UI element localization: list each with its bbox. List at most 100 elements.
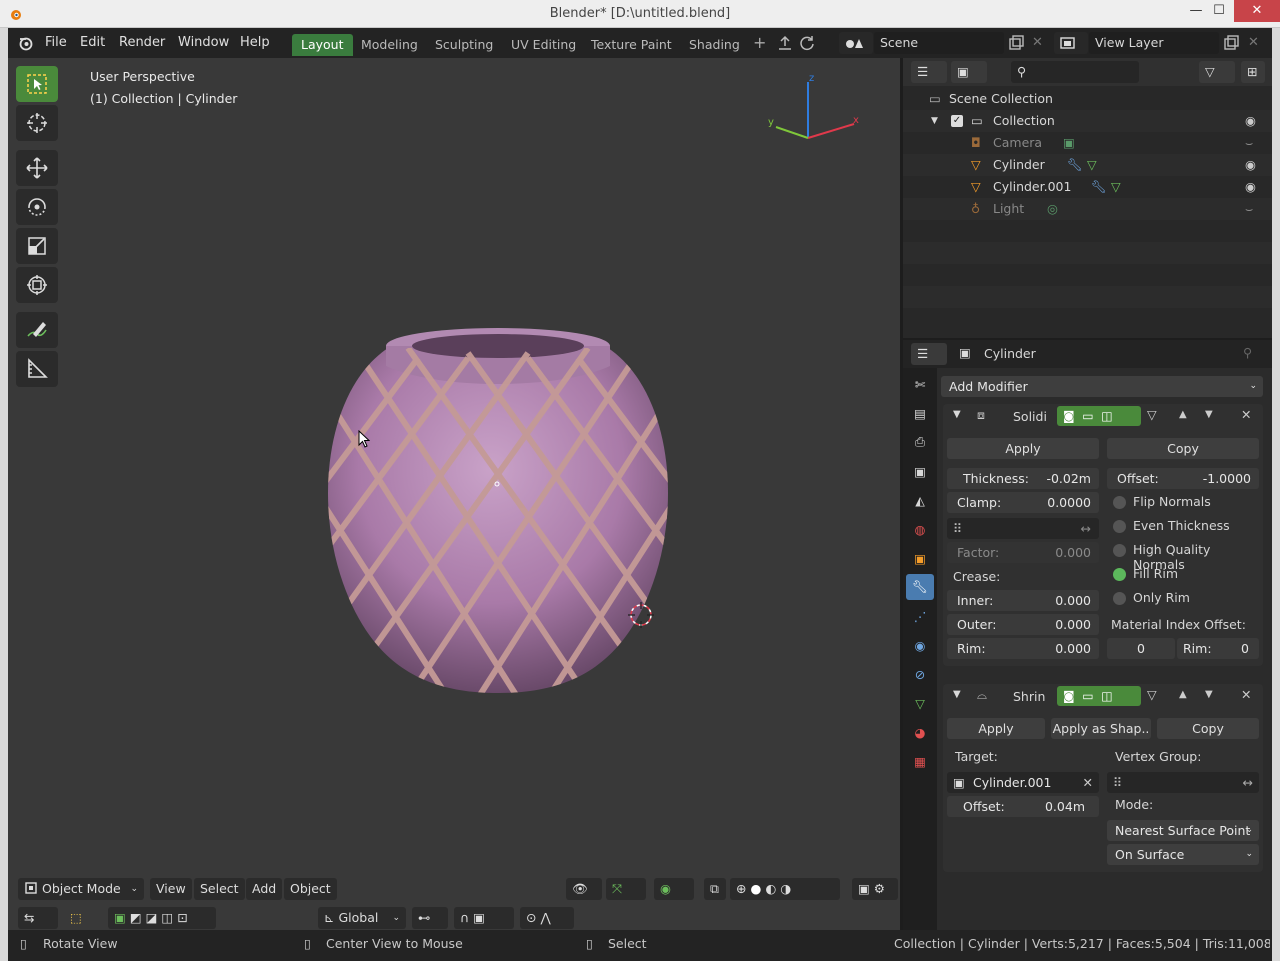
camera-render-icon[interactable]: ◙: [1063, 689, 1075, 703]
remove-modifier-icon[interactable]: ✕: [1241, 407, 1251, 422]
solidify-apply-button[interactable]: Apply: [947, 438, 1099, 459]
snap-dropdown[interactable]: ∩ ▣: [454, 907, 514, 929]
clamp-field[interactable]: Clamp: 0.0000: [947, 492, 1099, 513]
viewport-menu-view[interactable]: View: [150, 878, 192, 900]
outliner-row-collection[interactable]: ▼ ✓ ▭ Collection ◉: [903, 110, 1272, 132]
menu-window[interactable]: Window: [178, 35, 229, 50]
tab-data[interactable]: ▽: [906, 690, 934, 716]
render-view-icon[interactable]: ⚙: [874, 881, 885, 896]
outliner-row-cylinder-001[interactable]: ▽ Cylinder.001 🔧︎ ▽ ◉: [903, 176, 1272, 198]
eye-icon[interactable]: ◉: [1245, 110, 1256, 132]
on-cage-icon[interactable]: ▽: [1147, 687, 1157, 702]
thickness-field[interactable]: Thickness: -0.02m: [947, 468, 1099, 489]
factor-field[interactable]: Factor: 0.000: [947, 542, 1099, 563]
tab-scene[interactable]: ◭: [906, 487, 934, 513]
solid-shading-icon[interactable]: ●: [750, 881, 761, 896]
vase-cylinder-object[interactable]: [308, 298, 688, 698]
material-shading-icon[interactable]: ◐: [765, 881, 776, 896]
rendered-shading-icon[interactable]: ◑: [780, 881, 791, 896]
collapse-arrow-icon[interactable]: ▼: [953, 689, 961, 700]
realtime-display-icon[interactable]: ▭: [1082, 409, 1093, 423]
tab-output[interactable]: ⎙: [906, 429, 934, 455]
remove-modifier-icon[interactable]: ✕: [1241, 687, 1251, 702]
select-subtract-icon[interactable]: ◪: [146, 910, 158, 925]
outliner-search-input[interactable]: ⚲: [1011, 61, 1139, 83]
tab-view-layer[interactable]: ▣: [906, 458, 934, 484]
camera-render-icon[interactable]: ◙: [1063, 409, 1075, 423]
view-toggles[interactable]: ▣ ⚙: [852, 878, 898, 900]
transform-pivot-dropdown[interactable]: ⇆: [18, 907, 58, 929]
gizmo-toggle[interactable]: ⤧: [606, 878, 646, 900]
tab-sculpting[interactable]: Sculpting: [426, 34, 502, 56]
transform-orientation-dropdown[interactable]: ⊾ Global ⌄: [318, 907, 406, 929]
select-new-icon[interactable]: ▣: [114, 910, 126, 925]
snap-mode-dropdown[interactable]: On Surface ⌄: [1107, 844, 1259, 865]
object-mode-dropdown[interactable]: Object Mode ⌄: [18, 878, 144, 900]
3d-viewport[interactable]: User Perspective (1) Collection | Cylind…: [8, 58, 900, 930]
upload-icon[interactable]: [777, 35, 793, 51]
eye-icon[interactable]: ◉: [1245, 176, 1256, 198]
invert-vertex-group-icon[interactable]: ↔: [1081, 518, 1091, 539]
invert-vertex-group-icon[interactable]: ↔: [1243, 772, 1253, 793]
maximize-button[interactable]: ☐: [1203, 0, 1235, 22]
even-thickness-checkbox[interactable]: [1113, 520, 1126, 533]
editmode-display-icon[interactable]: ◫: [1101, 409, 1112, 423]
move-down-icon[interactable]: ▼: [1205, 689, 1213, 700]
crease-outer-field[interactable]: Outer: 0.000: [947, 614, 1099, 635]
scale-tool[interactable]: [16, 228, 58, 264]
pin-icon[interactable]: ⚲: [1243, 345, 1252, 360]
viewport-menu-object[interactable]: Object: [284, 878, 337, 900]
move-down-icon[interactable]: ▼: [1205, 409, 1213, 420]
target-object-field[interactable]: ▣ Cylinder.001 ✕: [947, 772, 1099, 793]
material-offset-field[interactable]: 0: [1107, 638, 1175, 659]
fill-rim-checkbox[interactable]: [1113, 568, 1126, 581]
collection-checkbox[interactable]: ✓: [951, 115, 963, 127]
select-mode-group[interactable]: ▣ ◩ ◪ ◫ ⊡: [108, 907, 216, 929]
outliner-filter-button[interactable]: ▽: [1199, 61, 1235, 83]
tab-material[interactable]: ◕: [906, 719, 934, 745]
shrinkwrap-vertex-group-field[interactable]: ⠿ ↔: [1107, 772, 1259, 793]
annotate-tool[interactable]: [16, 312, 58, 348]
expand-arrow-icon[interactable]: ▼: [931, 110, 938, 132]
shrinkwrap-name-field[interactable]: Shrin: [1013, 689, 1045, 704]
tab-render[interactable]: ▤: [906, 400, 934, 426]
proportional-editing-dropdown[interactable]: ⊙ ⋀: [520, 907, 574, 929]
select-extend-icon[interactable]: ◩: [130, 910, 142, 925]
xray-toggle[interactable]: ⧉: [704, 878, 726, 900]
move-up-icon[interactable]: ▲: [1179, 689, 1187, 700]
add-modifier-dropdown[interactable]: Add Modifier ⌄: [941, 376, 1263, 397]
tab-modeling[interactable]: Modeling: [352, 34, 427, 56]
shrinkwrap-apply-button[interactable]: Apply: [947, 718, 1045, 739]
clear-target-icon[interactable]: ✕: [1083, 772, 1093, 793]
menu-help[interactable]: Help: [240, 35, 270, 50]
material-offset-rim-field[interactable]: Rim: 0: [1177, 638, 1259, 659]
tab-texture-paint[interactable]: Texture Paint: [582, 34, 681, 56]
view-layer-name-field[interactable]: View Layer: [1089, 32, 1219, 54]
wireframe-shading-icon[interactable]: ⊕: [736, 881, 746, 896]
apply-as-shape-button[interactable]: Apply as Shap..: [1051, 718, 1151, 739]
shrinkwrap-offset-field[interactable]: Offset: 0.04m: [947, 796, 1099, 817]
new-view-layer-icon[interactable]: [1223, 35, 1239, 51]
measure-tool[interactable]: [16, 351, 58, 387]
outliner-row-cylinder[interactable]: ▽ Cylinder 🔧︎ ▽ ◉: [903, 154, 1272, 176]
close-button[interactable]: ✕: [1234, 0, 1280, 22]
menu-edit[interactable]: Edit: [80, 35, 105, 50]
realtime-display-icon[interactable]: ▭: [1082, 689, 1093, 703]
new-scene-icon[interactable]: [1008, 35, 1024, 51]
shading-modes[interactable]: ⊕ ● ◐ ◑: [730, 878, 840, 900]
collapse-arrow-icon[interactable]: ▼: [953, 409, 961, 420]
tab-object[interactable]: ▣: [906, 545, 934, 571]
cursor-tool[interactable]: [16, 105, 58, 141]
crease-inner-field[interactable]: Inner: 0.000: [947, 590, 1099, 611]
select-intersect-icon[interactable]: ⊡: [177, 910, 187, 925]
hidden-icon[interactable]: ⌣: [1245, 198, 1253, 220]
modifier-visibility-toggles[interactable]: ◙ ▭ ◫: [1057, 686, 1141, 706]
viewport-menu-select[interactable]: Select: [194, 878, 245, 900]
eye-icon[interactable]: ◉: [1245, 154, 1256, 176]
tab-tool[interactable]: ✄: [906, 371, 934, 397]
tab-texture[interactable]: ▦: [906, 748, 934, 774]
modifier-visibility-toggles[interactable]: ◙ ▭ ◫: [1057, 406, 1141, 426]
select-box-tool[interactable]: [16, 66, 58, 102]
shrinkwrap-copy-button[interactable]: Copy: [1157, 718, 1259, 739]
3d-cursor-icon[interactable]: [628, 602, 654, 628]
